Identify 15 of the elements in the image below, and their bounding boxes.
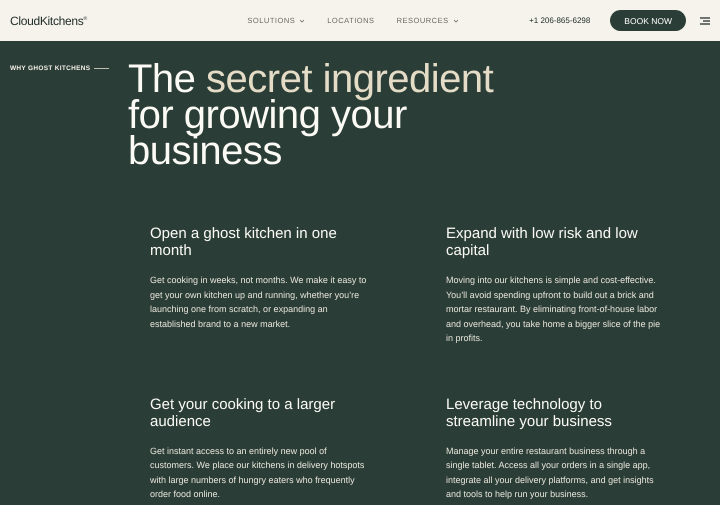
feature-title: Open a ghost kitchen in one month: [150, 225, 338, 259]
chevron-icon: [299, 18, 306, 22]
logo[interactable]: CloudKitchens$^{®}$: [10, 14, 87, 28]
headline: The secret ingredient for growing your business: [128, 61, 494, 169]
feature-description: Manage your entire restaurant business through a single tablet. Access all your orders in a single app, integrate all your delivery platforms, and get insights and tools to help run your business.: [446, 444, 655, 501]
feature-title: Leverage technology to streamline your business: [446, 396, 613, 430]
chevron-icon: [452, 18, 459, 22]
feature-title: Expand with low risk and low capital: [446, 225, 639, 259]
book-now-button[interactable]: BOOK NOW: [610, 10, 686, 31]
phone-link[interactable]: +1 206-865-6298: [529, 16, 590, 25]
feature-description: Moving into our kitchens is simple and cost-effective. You’ll avoid spending upfront to build out a brick and mortar restaurant. By eliminating front-of-house labor and overhead, you take home a bigger slice of the pie in profits.: [446, 274, 662, 345]
feature-title: Get your cooking to a larger audience: [150, 396, 336, 430]
menu-icon[interactable]: [700, 16, 710, 24]
feature-description: Get cooking in weeks, not months. We make it easy to get your own kitchen up and running, whether you’re launching one from scratch, or expanding an established brand to a new market.: [150, 274, 368, 330]
feature-description: Get instant access to an entirely new pool of customers. We place our kitchens in delivery hotspots with large numbers of hungry eaters who frequently order food online.: [150, 444, 366, 501]
